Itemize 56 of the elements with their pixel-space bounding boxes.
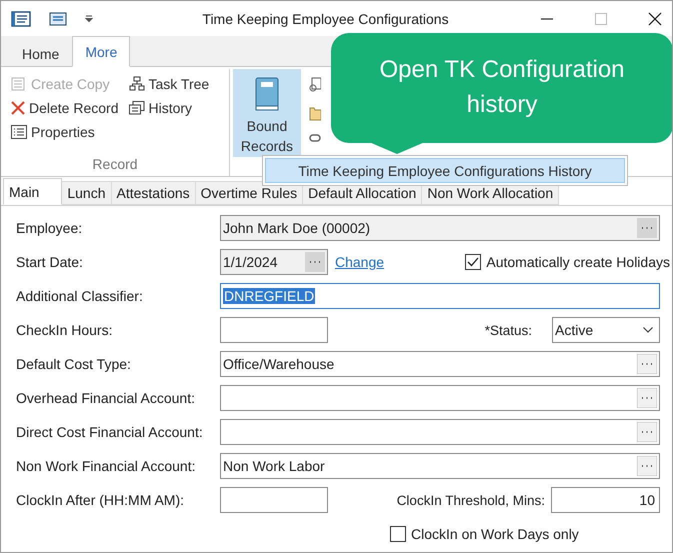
- field-label: *Status:: [484, 322, 532, 338]
- text-field-icon[interactable]: [49, 12, 67, 26]
- delete-icon: [11, 101, 25, 115]
- lookup-field[interactable]: [220, 419, 660, 445]
- clockin-after-field[interactable]: [220, 487, 328, 513]
- ribbon-tab[interactable]: More: [72, 36, 130, 67]
- field-label: Start Date:: [16, 254, 84, 270]
- history-icon: [128, 101, 144, 115]
- lookup-field[interactable]: Office/Warehouse: [220, 351, 660, 377]
- field-label: CheckIn Hours:: [16, 322, 114, 338]
- form-tab[interactable]: Attestations: [112, 181, 196, 205]
- date-field[interactable]: 1/1/2024: [220, 249, 328, 275]
- link-icon[interactable]: [309, 133, 321, 143]
- book-icon: [254, 77, 280, 111]
- field-label: ClockIn Threshold, Mins:: [396, 492, 545, 508]
- dropdown-icon[interactable]: [85, 14, 93, 22]
- bound-records-button[interactable]: Bound Records: [233, 69, 301, 157]
- threshold-field[interactable]: 10: [551, 487, 660, 513]
- close-icon[interactable]: [648, 12, 662, 26]
- search-document-icon[interactable]: [309, 77, 321, 93]
- change-link[interactable]: Change: [335, 254, 384, 270]
- ribbon-item[interactable]: Properties: [9, 121, 120, 143]
- field-label: Additional Classifier:: [16, 288, 144, 304]
- field-label: Employee:: [16, 220, 84, 236]
- form-icon[interactable]: [11, 10, 31, 26]
- properties-icon: [11, 125, 27, 139]
- classifier-field[interactable]: DNREGFIELD: [220, 283, 660, 309]
- form-tab[interactable]: Main: [3, 178, 62, 205]
- tree-icon: [128, 76, 144, 92]
- field-label: Non Work Financial Account:: [16, 458, 196, 474]
- lookup-field[interactable]: [220, 385, 660, 411]
- callout-text: Open TK Configuration history: [378, 55, 626, 120]
- ribbon-item[interactable]: History: [126, 97, 212, 119]
- field-label: Default Cost Type:: [16, 356, 132, 372]
- checkbox[interactable]: [390, 526, 406, 542]
- holidays-checkbox[interactable]: Automatically create Holidays: [465, 254, 670, 270]
- ribbon-tab[interactable]: Home: [9, 41, 72, 67]
- field-label: Direct Cost Financial Account:: [16, 424, 204, 440]
- ribbon-item[interactable]: Delete Record: [9, 97, 120, 119]
- group-label: Record: [91, 156, 139, 174]
- maximize-icon[interactable]: [594, 12, 608, 26]
- menu-item[interactable]: Time Keeping Employee Configurations History: [265, 158, 625, 183]
- copy-icon: [11, 76, 27, 92]
- work-days-checkbox[interactable]: ClockIn on Work Days only: [390, 526, 579, 542]
- status-dropdown[interactable]: Active: [552, 317, 660, 343]
- folder-icon[interactable]: [309, 105, 321, 121]
- field-label: ClockIn After (HH:MM AM):: [16, 492, 186, 508]
- form-tab[interactable]: Overtime Rules: [196, 181, 304, 205]
- checkbox[interactable]: [465, 254, 482, 270]
- lookup-field[interactable]: Non Work Labor: [220, 453, 660, 479]
- chevron-icon: [643, 327, 653, 333]
- field-label: Overhead Financial Account:: [16, 390, 196, 406]
- checkin-hours-field[interactable]: [220, 317, 328, 343]
- form-tab[interactable]: Lunch: [62, 181, 112, 205]
- ribbon-item[interactable]: Task Tree: [126, 73, 212, 95]
- window-title: Time Keeping Employee Configurations: [201, 10, 450, 26]
